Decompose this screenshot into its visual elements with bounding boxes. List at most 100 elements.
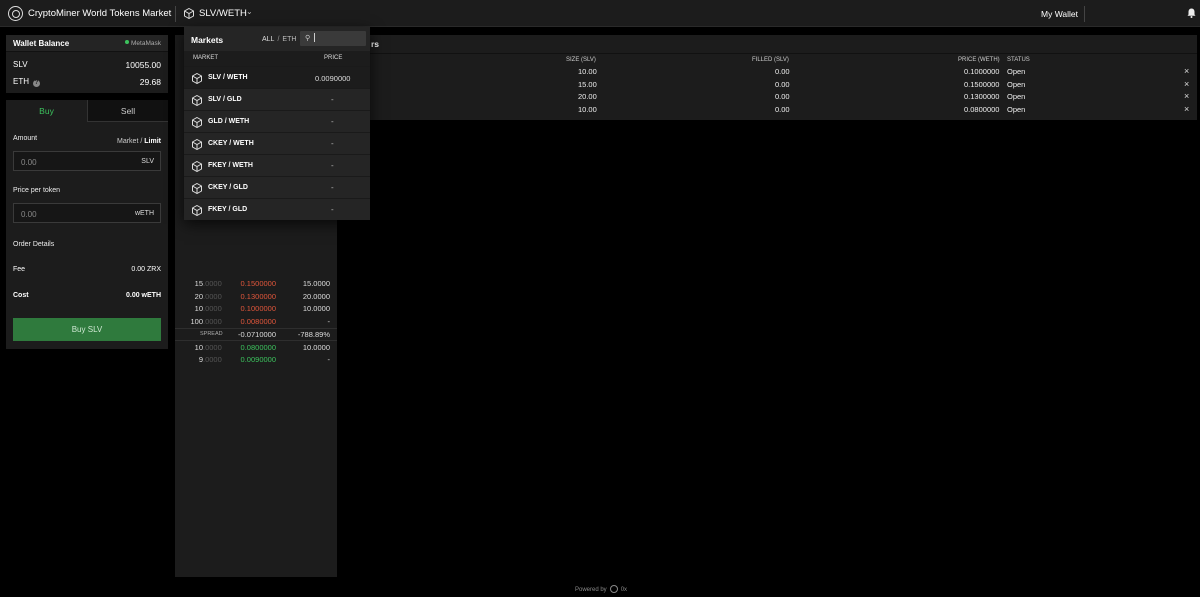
close-icon[interactable]: × xyxy=(1184,91,1189,101)
markets-search-input[interactable]: ⚲ xyxy=(300,31,366,46)
order-filled: 0.00 xyxy=(775,105,790,114)
order-status: Open xyxy=(1007,80,1026,89)
market-selector[interactable]: SLV/WETH xyxy=(199,8,247,19)
buy-submit-button[interactable]: Buy SLV xyxy=(13,318,161,341)
orderbook-ask-row[interactable]: 10.0000 0.1000000 10.0000 xyxy=(175,304,337,316)
search-icon: ⚲ xyxy=(305,35,311,42)
powered-by-brand[interactable]: 0x xyxy=(621,587,627,593)
market-name: SLV / GLD xyxy=(208,96,242,103)
app-logo-icon[interactable] xyxy=(8,6,23,21)
price-input[interactable]: 0.00 wETH xyxy=(13,203,161,223)
order-status: Open xyxy=(1007,105,1026,114)
order-status: Open xyxy=(1007,92,1026,101)
cube-icon xyxy=(192,94,202,107)
bid-size-decimals: .0000 xyxy=(203,355,222,364)
cube-icon xyxy=(192,160,202,173)
order-size: 20.00 xyxy=(578,92,597,101)
bid-size-decimals: .0000 xyxy=(203,343,222,352)
ask-my-size: - xyxy=(327,317,331,326)
amount-label: Amount xyxy=(13,135,38,142)
market-row[interactable]: FKEY / GLD - xyxy=(184,198,370,220)
filter-separator: / xyxy=(277,36,280,43)
app-title[interactable]: CryptoMiner World Tokens Market xyxy=(28,8,171,19)
order-size: 10.00 xyxy=(578,67,597,76)
order-size: 15.00 xyxy=(578,80,597,89)
orderbook-ask-row[interactable]: 15.0000 0.1500000 15.0000 xyxy=(175,279,337,291)
close-icon[interactable]: × xyxy=(1184,79,1189,89)
market-row[interactable]: GLD / WETH - xyxy=(184,110,370,132)
tab-buy[interactable]: Buy xyxy=(6,100,87,122)
my-orders-title: rs xyxy=(371,39,380,49)
filter-all[interactable]: ALL xyxy=(262,36,274,43)
fee-label: Fee xyxy=(13,266,26,273)
bell-icon[interactable] xyxy=(1187,8,1196,18)
market-price: - xyxy=(331,183,334,192)
order-type-market[interactable]: Market xyxy=(117,138,138,145)
info-icon[interactable]: ? xyxy=(33,80,40,87)
ask-size: 10 xyxy=(194,304,203,313)
wallet-provider-label: MetaMask xyxy=(131,40,161,47)
market-name: FKEY / WETH xyxy=(208,162,253,169)
ask-my-size: 10.0000 xyxy=(302,304,330,313)
divider xyxy=(175,6,176,22)
close-icon[interactable]: × xyxy=(1184,104,1189,114)
0x-logo-icon xyxy=(609,585,618,593)
cube-icon xyxy=(192,204,202,217)
market-price: - xyxy=(331,117,334,126)
market-price: - xyxy=(331,161,334,170)
wallet-provider: MetaMask xyxy=(125,40,161,47)
ask-size-decimals: .0000 xyxy=(203,304,222,313)
ask-price: 0.1300000 xyxy=(240,292,276,301)
ask-price: 0.1500000 xyxy=(240,279,276,288)
markets-dropdown: Markets ALL / ETH ⚲ MARKET PRICE SLV / WET… xyxy=(184,27,370,220)
text-caret xyxy=(314,33,315,42)
markets-filter: ALL / ETH xyxy=(262,36,296,43)
market-row[interactable]: SLV / WETH 0.0090000 xyxy=(184,66,370,88)
market-row[interactable]: CKEY / WETH - xyxy=(184,132,370,154)
order-type-limit[interactable]: Limit xyxy=(144,138,161,145)
amount-input[interactable]: 0.00 SLV xyxy=(13,151,161,171)
status-dot-icon xyxy=(125,40,130,44)
cost-row: Cost 0.00 wETH xyxy=(13,292,161,299)
powered-by-label: Powered by xyxy=(575,587,607,593)
ask-size: 100 xyxy=(190,317,203,326)
orderbook-bid-row[interactable]: 9.0000 0.0090000 - xyxy=(175,355,337,367)
ask-my-size: 20.0000 xyxy=(302,292,330,301)
cube-icon xyxy=(192,116,202,129)
divider xyxy=(1084,6,1085,22)
cube-icon xyxy=(192,138,202,151)
orderbook-ask-row[interactable]: 20.0000 0.1300000 20.0000 xyxy=(175,292,337,304)
powered-by: Powered by 0x xyxy=(575,585,627,593)
spread-value: -0.0710000 xyxy=(238,330,276,339)
market-row[interactable]: CKEY / GLD - xyxy=(184,176,370,198)
bid-my-size: - xyxy=(327,355,331,364)
price-label: Price per token xyxy=(13,187,61,194)
bid-price: 0.0800000 xyxy=(240,343,276,352)
order-size: 10.00 xyxy=(578,105,597,114)
orders-table-header: SIZE (SLV) FILLED (SLV) PRICE (WETH) STA… xyxy=(344,53,1197,65)
order-row: 20.00 0.00 0.1300000 Open × xyxy=(344,91,1197,104)
market-name: CKEY / GLD xyxy=(208,184,248,191)
market-row[interactable]: FKEY / WETH - xyxy=(184,154,370,176)
filter-eth[interactable]: ETH xyxy=(282,36,296,43)
market-name: CKEY / WETH xyxy=(208,140,254,147)
wallet-balance-header: Wallet Balance MetaMask xyxy=(6,35,168,52)
column-header-price: PRICE xyxy=(324,55,343,61)
ask-size-decimals: .0000 xyxy=(203,279,222,288)
chevron-down-icon[interactable]: ⌄ xyxy=(246,7,253,16)
order-filled: 0.00 xyxy=(775,67,790,76)
close-icon[interactable]: × xyxy=(1184,66,1189,76)
my-wallet-link[interactable]: My Wallet xyxy=(1041,9,1078,19)
column-header-filled: FILLED (SLV) xyxy=(752,57,789,63)
market-row[interactable]: SLV / GLD - xyxy=(184,88,370,110)
tab-sell[interactable]: Sell xyxy=(87,100,168,122)
order-price: 0.1000000 xyxy=(964,67,1000,76)
market-price: 0.0090000 xyxy=(315,74,351,83)
cube-icon xyxy=(184,8,194,19)
market-name: GLD / WETH xyxy=(208,118,250,125)
cube-icon xyxy=(192,72,202,85)
orderbook-bid-row[interactable]: 10.0000 0.0800000 10.0000 xyxy=(175,343,337,355)
balance-token: ETH xyxy=(13,77,29,86)
ask-price: 0.1000000 xyxy=(240,304,276,313)
column-header-market: MARKET xyxy=(193,55,219,61)
